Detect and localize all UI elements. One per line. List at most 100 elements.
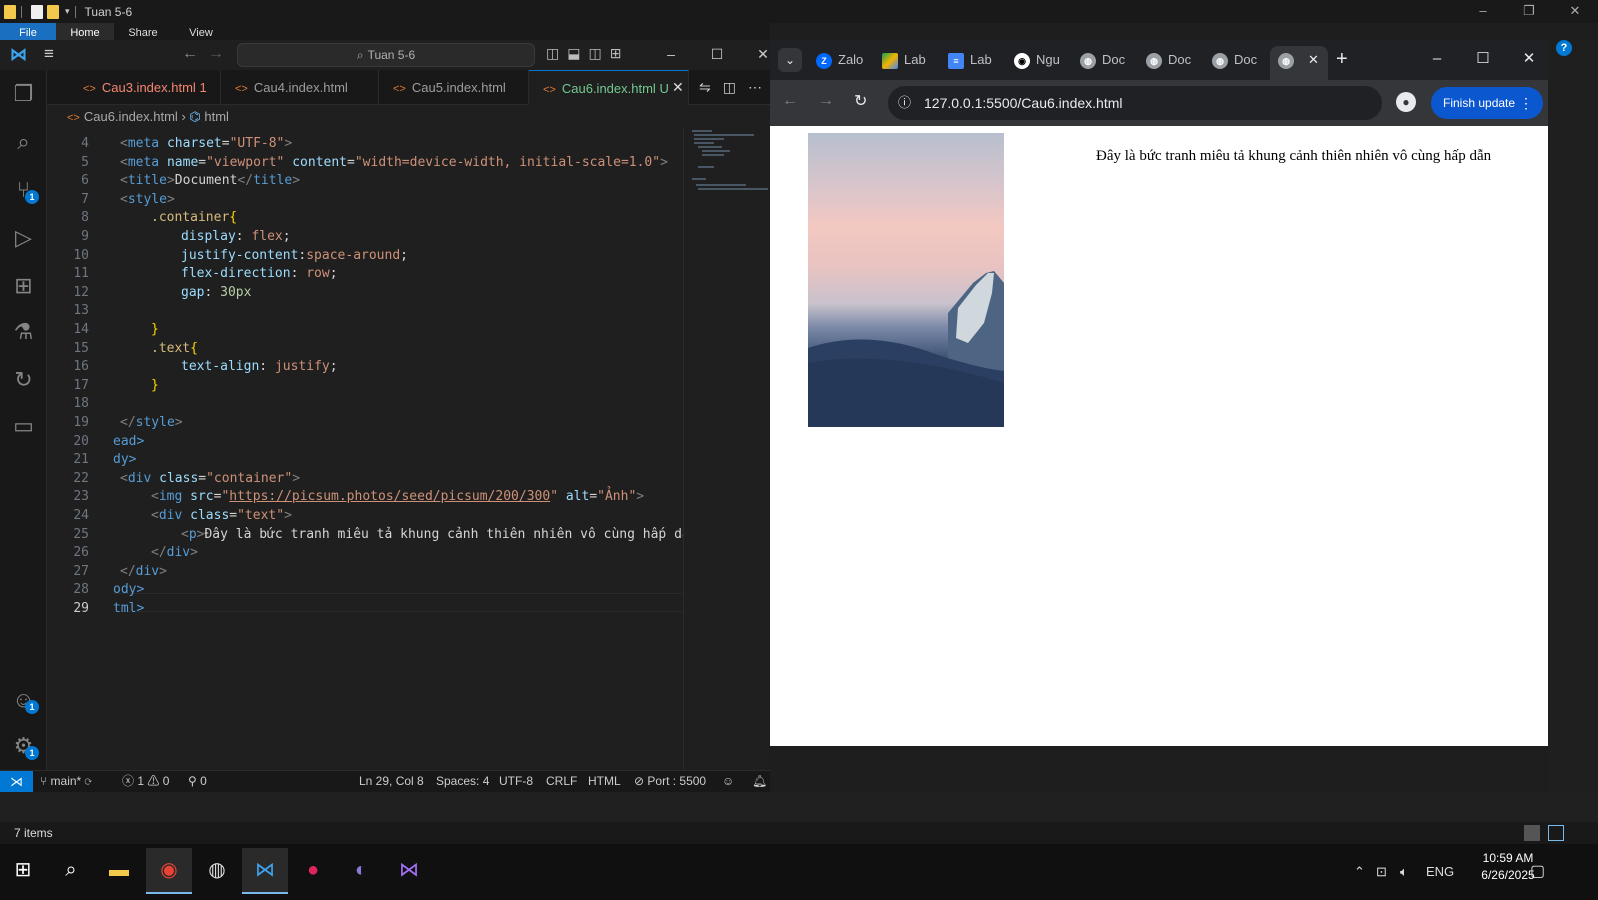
extensions-icon[interactable]: ⊞ <box>0 266 47 306</box>
chrome-tab-doc-3[interactable]: ◍ Doc <box>1212 46 1268 74</box>
menu-icon[interactable]: ≡ <box>44 45 62 62</box>
tab-cau3[interactable]: <> Cau3.index.html 1 <box>69 70 221 105</box>
accounts-icon[interactable]: ☺ 1 <box>0 680 47 720</box>
profile-avatar-icon[interactable]: ● <box>1396 92 1416 112</box>
chrome-tab-label: Lab <box>970 52 992 67</box>
close-tab-icon[interactable]: ✕ <box>1308 52 1319 67</box>
tab-cau6[interactable]: <> Cau6.index.html U <box>529 70 689 105</box>
ribbon-tab-home[interactable]: Home <box>56 23 114 40</box>
explorer-icon[interactable]: ❐ <box>0 74 47 114</box>
restore-icon[interactable]: ❐ <box>1506 0 1552 23</box>
network-icon[interactable]: ⊡ <box>1376 844 1387 900</box>
breadcrumb-file[interactable]: Cau6.index.html <box>84 109 178 124</box>
close-icon[interactable]: ✕ <box>1506 40 1552 80</box>
branch-status[interactable]: ⑂ main* ⟳ <box>40 771 92 792</box>
ports-status[interactable]: ⚲ 0 <box>188 771 207 792</box>
finish-update-button[interactable]: Finish update ⋮ <box>1431 87 1543 119</box>
ribbon-tab-view[interactable]: View <box>172 23 230 40</box>
app-icon[interactable]: ◍ <box>194 848 240 894</box>
site-info-icon[interactable]: ⓘ <box>898 86 911 120</box>
file-explorer-icon[interactable]: ▬ <box>96 848 142 894</box>
forward-arrow-icon[interactable]: → <box>818 92 834 110</box>
chrome-tab-doc-2[interactable]: ◍ Doc <box>1146 46 1202 74</box>
chrome-tab-github[interactable]: ◉ Ngu <box>1014 46 1070 74</box>
ribbon-tab-file[interactable]: File <box>0 23 56 40</box>
vscode-icon[interactable]: ⋈ <box>242 848 288 894</box>
editor-actions: ⇋ ◫ ⋯ <box>699 70 762 105</box>
minimap[interactable] <box>683 128 770 770</box>
eclipse-icon[interactable]: ◐ <box>338 848 384 894</box>
maximize-icon[interactable]: ☐ <box>694 40 740 70</box>
back-arrow-icon[interactable]: ← <box>782 92 798 110</box>
volume-icon[interactable]: 🔈︎ <box>1400 844 1408 900</box>
minimize-icon[interactable]: – <box>1414 40 1460 80</box>
forward-arrow-icon[interactable]: → <box>208 45 224 63</box>
address-bar[interactable]: ⓘ 127.0.0.1:5500/Cau6.index.html ☆ <box>888 86 1481 120</box>
chrome-tab-drive[interactable]: Lab <box>882 46 938 74</box>
run-debug-icon[interactable]: ▷ <box>0 218 47 258</box>
settings-gear-icon[interactable]: ⚙ 1 <box>0 726 47 766</box>
toggle-secondary-sidebar-icon[interactable]: ◫ <box>588 45 601 62</box>
more-actions-icon[interactable]: ⋯ <box>748 70 762 105</box>
tab-cau4[interactable]: <> Cau4.index.html <box>221 70 379 105</box>
windows-start-icon[interactable]: ⊞ <box>0 848 46 894</box>
toggle-primary-sidebar-icon[interactable]: ◫ <box>546 45 559 62</box>
source-control-icon[interactable]: ⑂ 1 <box>0 170 47 210</box>
encoding[interactable]: UTF-8 <box>499 771 533 792</box>
help-icon[interactable]: ? <box>1556 40 1572 56</box>
close-tab-icon[interactable]: ✕ <box>672 70 684 105</box>
chrome-tab-active[interactable]: ◍ ✕ <box>1270 46 1328 80</box>
large-icons-view-icon[interactable] <box>1548 825 1564 841</box>
url-text: 127.0.0.1:5500/Cau6.index.html <box>924 95 1123 111</box>
toggle-panel-icon[interactable]: ⬓ <box>567 45 580 62</box>
command-center-search[interactable]: ⌕ Tuan 5-6 <box>237 43 535 67</box>
remote-icon[interactable]: ↻ <box>0 360 47 400</box>
copilot-icon[interactable]: ☺ <box>722 771 734 792</box>
chat-icon[interactable]: ▭ <box>0 406 47 446</box>
customize-quick-access-icon[interactable]: ▾ <box>65 6 70 17</box>
more-menu-icon[interactable]: ⋮ <box>1519 87 1533 119</box>
visual-studio-icon[interactable]: ⋈ <box>386 848 432 894</box>
minimize-icon[interactable]: – <box>1460 0 1506 23</box>
live-server-status[interactable]: ⊘ Port : 5500 <box>634 771 706 792</box>
search-icon[interactable]: ⌕ <box>0 122 47 162</box>
open-changes-icon[interactable]: ⇋ <box>699 70 711 105</box>
details-view-icon[interactable] <box>1524 825 1540 841</box>
testing-icon[interactable]: ⚗ <box>0 312 47 352</box>
indentation[interactable]: Spaces: 4 <box>436 771 489 792</box>
code-line: 12 gap: 30px <box>73 284 252 300</box>
split-editor-icon[interactable]: ◫ <box>723 70 736 105</box>
code-editor[interactable]: 4 <meta charset="UTF-8"> 5 <meta name="vie… <box>47 128 683 770</box>
chrome-tab-docs[interactable]: ≡ Lab <box>948 46 1004 74</box>
notifications-bell-icon[interactable]: 🔔︎ <box>752 771 767 792</box>
back-arrow-icon[interactable]: ← <box>182 45 198 63</box>
new-tab-plus-icon[interactable]: + <box>1336 48 1348 70</box>
tab-search-chevron-icon[interactable]: ⌄ <box>778 48 802 72</box>
customize-layout-icon[interactable]: ⊞ <box>610 45 622 62</box>
language-mode[interactable]: HTML <box>588 771 621 792</box>
cursor-position[interactable]: Ln 29, Col 8 <box>359 771 424 792</box>
input-language[interactable]: ENG <box>1426 844 1454 900</box>
line-ending[interactable]: CRLF <box>546 771 577 792</box>
new-folder-icon[interactable] <box>47 4 59 19</box>
separator <box>74 5 76 18</box>
ribbon-tab-share[interactable]: Share <box>114 23 172 40</box>
minimize-icon[interactable]: – <box>648 40 694 70</box>
show-hidden-icons-chevron-icon[interactable]: ⌃ <box>1354 844 1365 900</box>
search-icon[interactable]: ⌕ <box>48 848 94 894</box>
problems-status[interactable]: ⓧ 1 ⚠ 0 <box>122 771 169 792</box>
explorer-status-bar: 7 items <box>0 822 1598 844</box>
chrome-tab-zalo[interactable]: Z Zalo <box>816 46 872 74</box>
chrome-tab-doc-1[interactable]: ◍ Doc <box>1080 46 1136 74</box>
breadcrumb-node[interactable]: html <box>204 109 229 124</box>
chrome-icon[interactable]: ◉ <box>146 848 192 894</box>
reload-icon[interactable]: ↻ <box>854 91 867 111</box>
properties-icon[interactable] <box>31 4 43 19</box>
tab-cau5[interactable]: <> Cau5.index.html <box>379 70 529 105</box>
maximize-icon[interactable]: ☐ <box>1460 40 1506 80</box>
search-icon: ⌕ <box>356 48 364 62</box>
notifications-icon[interactable]: ▢ <box>1530 844 1545 900</box>
app-icon[interactable]: ● <box>290 848 336 894</box>
close-icon[interactable]: ✕ <box>1552 0 1598 23</box>
remote-indicator-icon[interactable]: ⋊ <box>0 771 33 793</box>
